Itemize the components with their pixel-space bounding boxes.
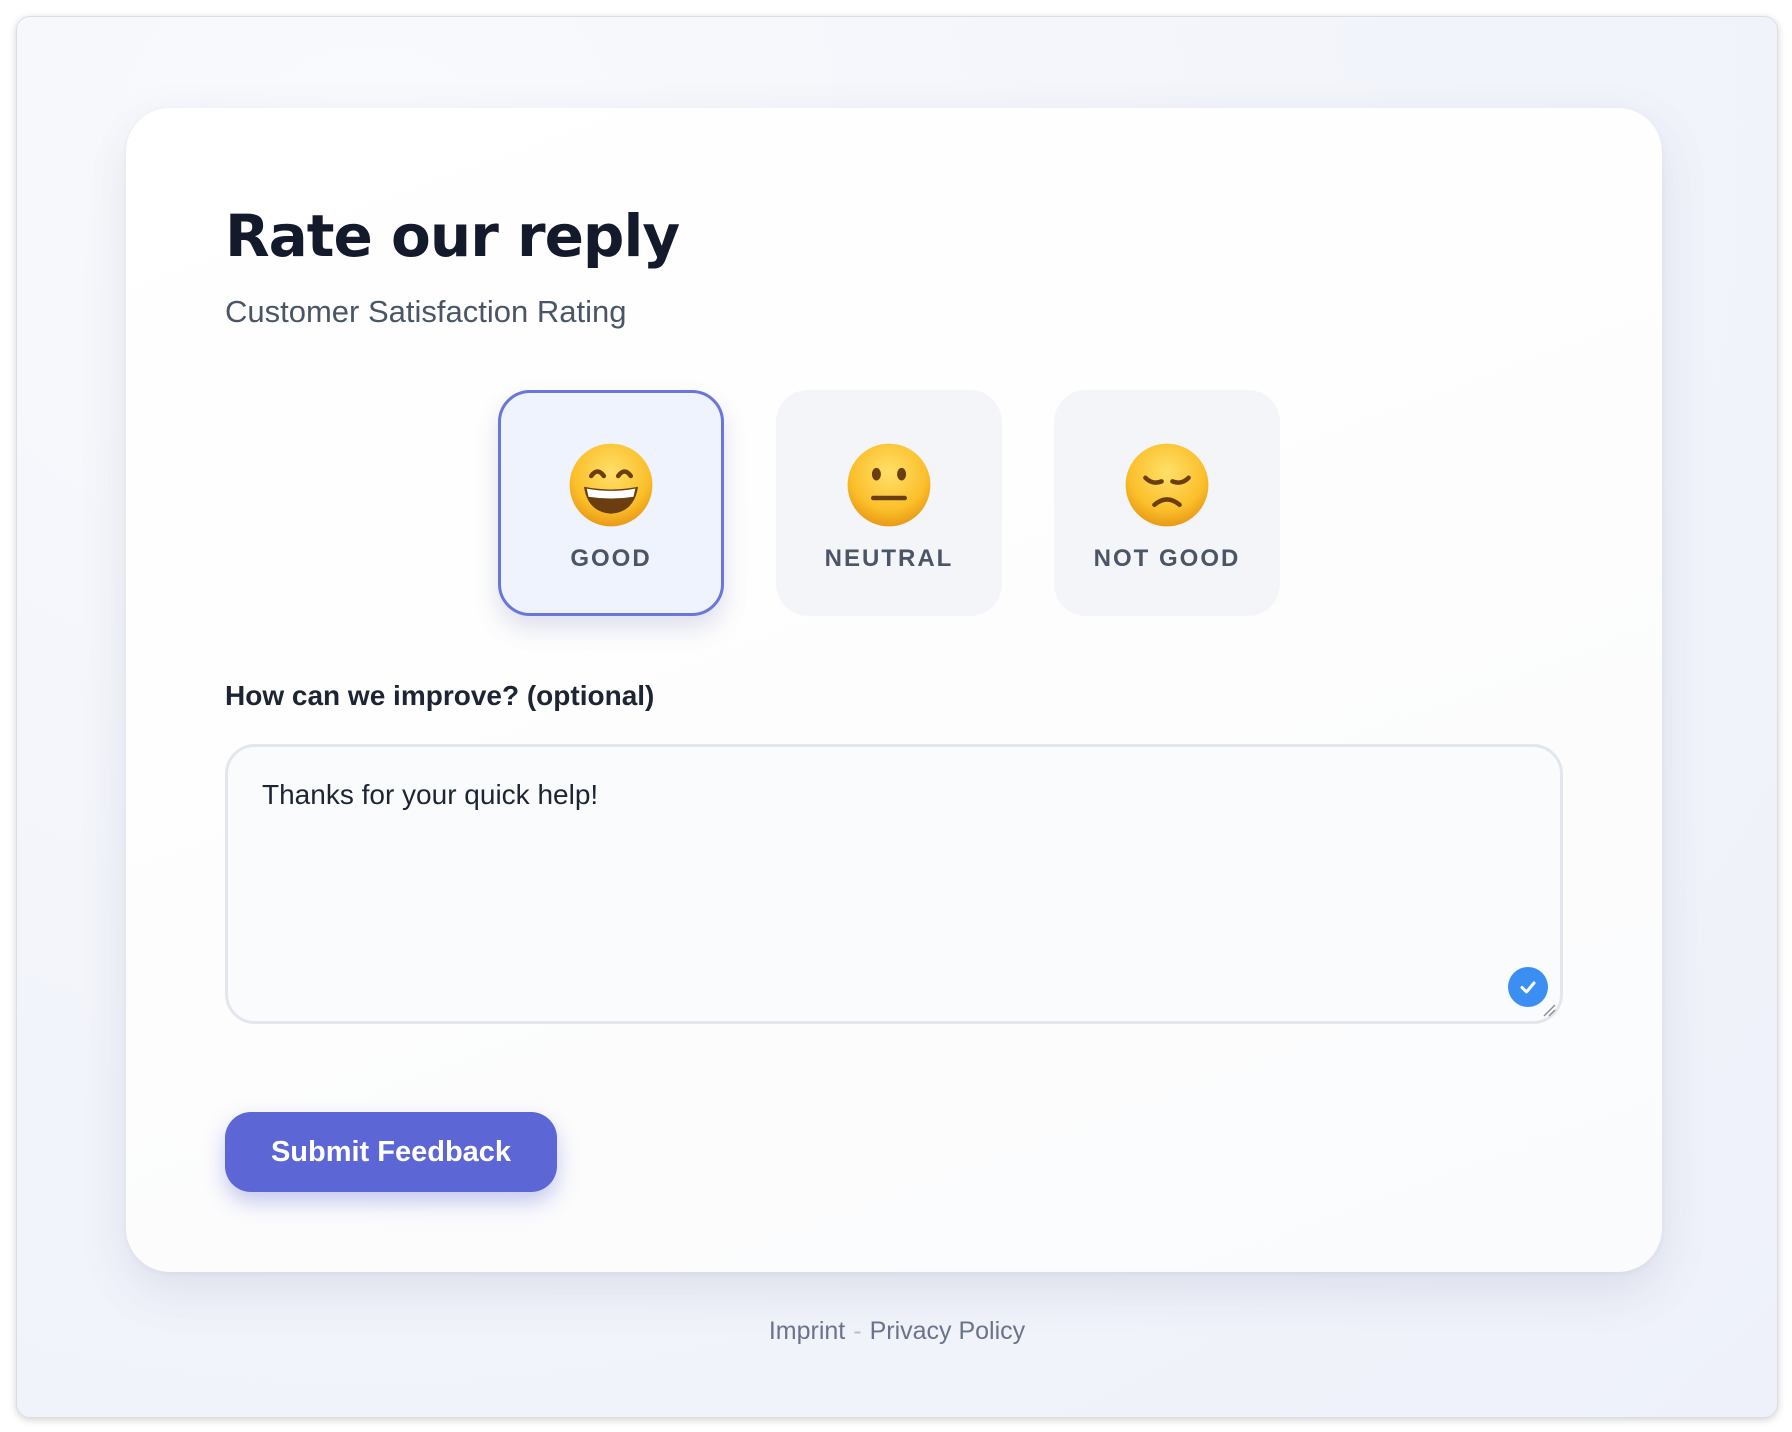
rating-option-not-good[interactable]: NOT GOOD xyxy=(1054,390,1280,616)
rating-option-label: NEUTRAL xyxy=(824,545,954,572)
feedback-textarea-container xyxy=(225,744,1563,1024)
feedback-card: Rate our reply Customer Satisfaction Rat… xyxy=(126,108,1662,1272)
disappointed-face-icon xyxy=(1125,443,1209,527)
footer: Imprint - Privacy Policy xyxy=(17,1317,1777,1346)
rating-option-label: NOT GOOD xyxy=(1093,545,1241,572)
browser-window: Rate our reply Customer Satisfaction Rat… xyxy=(16,16,1778,1418)
privacy-policy-link[interactable]: Privacy Policy xyxy=(870,1317,1026,1345)
grinning-face-icon xyxy=(569,443,653,527)
submit-feedback-button[interactable]: Submit Feedback xyxy=(225,1112,557,1192)
page-subtitle: Customer Satisfaction Rating xyxy=(225,294,627,329)
imprint-link[interactable]: Imprint xyxy=(769,1317,845,1345)
improve-label: How can we improve? (optional) xyxy=(225,680,655,711)
rating-option-label: GOOD xyxy=(570,545,652,572)
resize-handle-icon[interactable] xyxy=(1542,1003,1556,1017)
rating-options: GOOD NEUTRAL NOT GOOD xyxy=(498,390,1280,616)
rating-option-good[interactable]: GOOD xyxy=(498,390,724,616)
checkmark-icon xyxy=(1508,967,1548,1007)
feedback-textarea[interactable] xyxy=(228,747,1560,1021)
footer-separator: - xyxy=(853,1317,862,1345)
page-title: Rate our reply xyxy=(225,202,680,270)
rating-option-neutral[interactable]: NEUTRAL xyxy=(776,390,1002,616)
neutral-face-icon xyxy=(847,443,931,527)
